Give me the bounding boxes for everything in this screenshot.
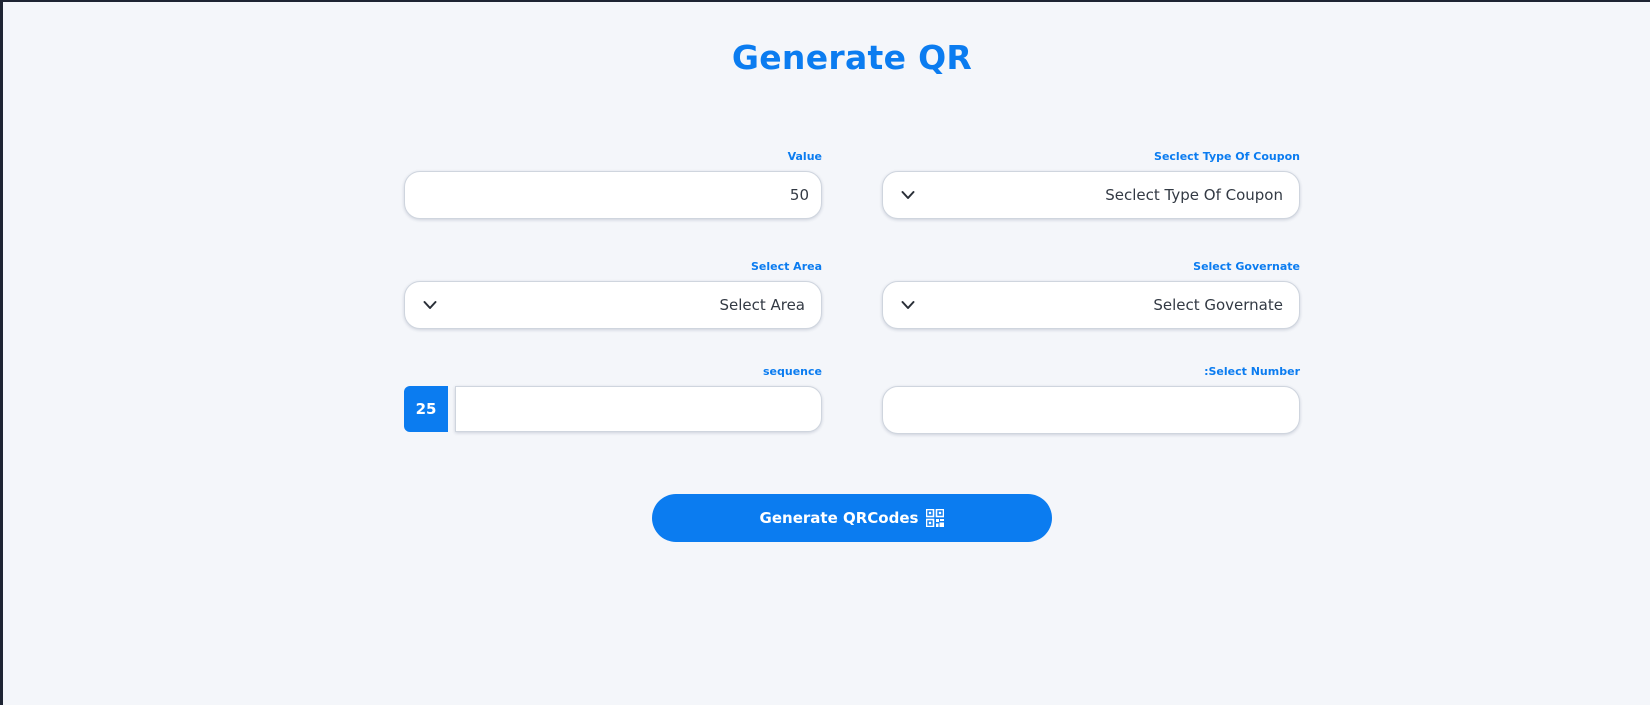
sequence-label: sequence xyxy=(763,365,822,378)
qr-code-icon xyxy=(926,509,945,527)
value-input[interactable]: 50 xyxy=(404,171,822,219)
sequence-group: 25 xyxy=(404,386,822,432)
page-title: Generate QR xyxy=(731,38,973,77)
area-selected: Select Area xyxy=(719,296,805,314)
coupon-type-select[interactable]: Seclect Type Of Coupon xyxy=(882,171,1300,219)
number-label: :Select Number xyxy=(1204,365,1300,378)
sequence-prefix-badge: 25 xyxy=(404,386,448,432)
sequence-field: sequence 25 xyxy=(404,365,822,432)
governate-label: Select Governate xyxy=(1193,260,1300,273)
window-edge-left xyxy=(0,0,3,705)
chevron-down-icon xyxy=(423,301,437,309)
governate-select[interactable]: Select Governate xyxy=(882,281,1300,329)
number-input[interactable] xyxy=(882,386,1300,434)
sequence-input[interactable] xyxy=(455,386,822,432)
coupon-type-label: Seclect Type Of Coupon xyxy=(1154,150,1300,163)
area-select[interactable]: Select Area xyxy=(404,281,822,329)
governate-field: Select Governate Select Governate xyxy=(882,260,1300,329)
governate-selected: Select Governate xyxy=(1153,296,1283,314)
coupon-type-selected: Seclect Type Of Coupon xyxy=(1105,186,1283,204)
value-input-text: 50 xyxy=(789,186,809,204)
generate-qrcodes-label: Generate QRCodes xyxy=(759,509,919,527)
chevron-down-icon xyxy=(901,191,915,199)
window-edge-top xyxy=(0,0,1650,2)
chevron-down-icon xyxy=(901,301,915,309)
value-field: Value 50 xyxy=(404,150,822,219)
area-field: Select Area Select Area xyxy=(404,260,822,329)
number-field: :Select Number xyxy=(882,365,1300,434)
coupon-type-field: Seclect Type Of Coupon Seclect Type Of C… xyxy=(882,150,1300,219)
generate-qrcodes-button[interactable]: Generate QRCodes xyxy=(652,494,1052,542)
area-label: Select Area xyxy=(750,260,822,273)
value-label: Value xyxy=(787,150,822,163)
